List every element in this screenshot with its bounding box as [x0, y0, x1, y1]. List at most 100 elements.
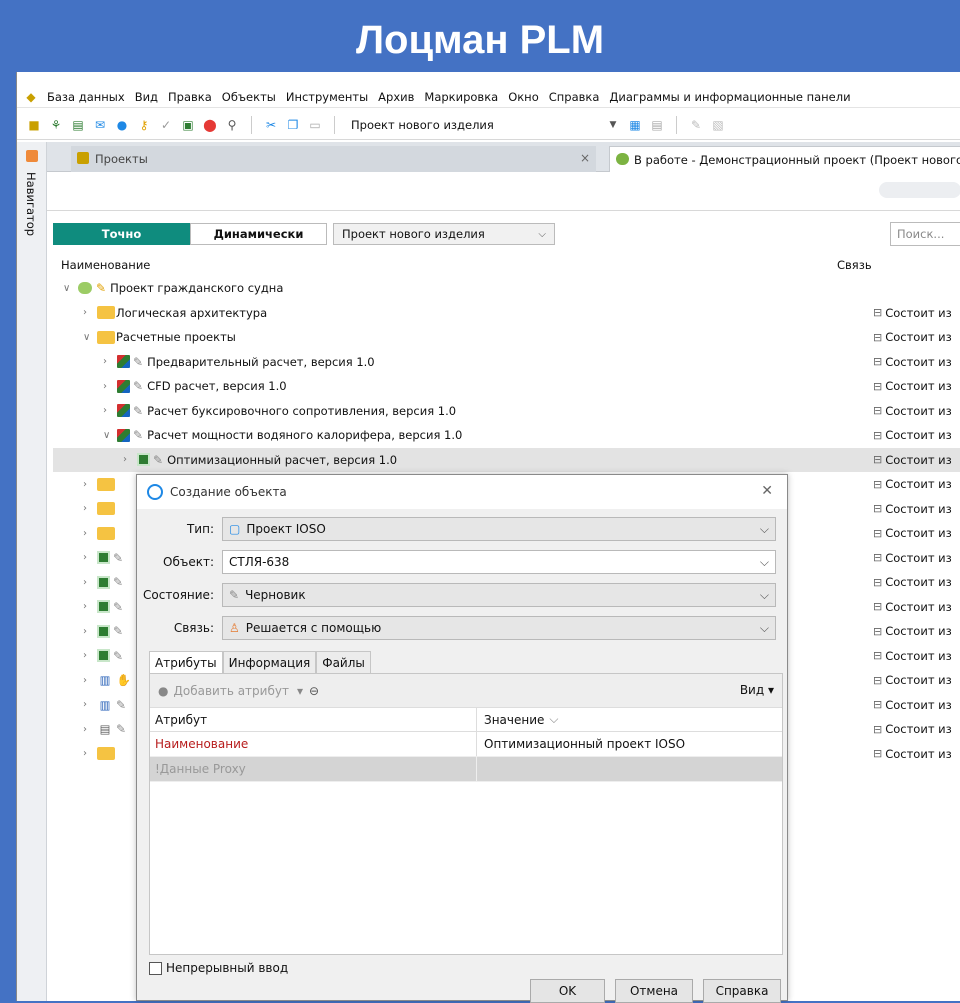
tree-row[interactable]: ∨ Расчетные проекты ⊟ Состоит из [53, 325, 960, 350]
cube-icon[interactable]: ■ [25, 116, 43, 134]
attribute-value[interactable]: Оптимизационный проект IOSO [477, 732, 685, 756]
edit-icon[interactable]: ✎ [687, 116, 705, 134]
view-icon[interactable]: ▧ [709, 116, 727, 134]
chevron-right-icon[interactable]: › [83, 724, 93, 735]
chevron-right-icon[interactable]: › [83, 601, 93, 612]
add-attribute-button[interactable]: Добавить атрибут [173, 684, 288, 698]
dynamic-toggle[interactable]: Динамически [190, 223, 327, 245]
chevron-right-icon[interactable]: › [83, 479, 93, 490]
cancel-button[interactable]: Отмена [615, 979, 693, 1003]
hierarchy-icon: ⊟ [873, 428, 883, 442]
chevron-right-icon[interactable]: › [83, 650, 93, 661]
tab-in-work[interactable]: В работе - Демонстрационный проект (Прое… [609, 146, 960, 172]
menu-objects[interactable]: Объекты [217, 90, 281, 104]
chevron-right-icon[interactable]: › [103, 356, 113, 367]
menu-archive[interactable]: Архив [373, 90, 419, 104]
dropdown-arrow-icon[interactable]: ▾ [297, 684, 303, 698]
close-icon[interactable]: × [580, 151, 590, 165]
continuous-input-checkbox[interactable] [149, 961, 162, 975]
tree-row[interactable]: › ✎ Расчет буксировочного сопротивления,… [53, 399, 960, 424]
project-type-combo[interactable]: Проект нового изделия [345, 118, 600, 132]
copy-icon[interactable]: ❐ [284, 116, 302, 134]
tab-files[interactable]: Файлы [316, 651, 371, 673]
stop-icon[interactable]: ⬤ [201, 116, 219, 134]
type-select[interactable]: ▢ Проект IOSO ⌵ [222, 517, 776, 541]
mail-icon[interactable]: ✉ [91, 116, 109, 134]
column-link-header[interactable]: Связь [837, 258, 872, 272]
tree-row[interactable]: › Логическая архитектура ⊟ Состоит из [53, 301, 960, 326]
value-column-header[interactable]: Значение ⌵ [477, 708, 559, 732]
menu-help[interactable]: Справка [544, 90, 605, 104]
close-icon[interactable]: ✕ [761, 483, 773, 499]
menu-marking[interactable]: Маркировка [419, 90, 503, 104]
paste-icon[interactable]: ▭ [306, 116, 324, 134]
tree-row-selected[interactable]: › ✎ Оптимизационный расчет, версия 1.0 ⊟… [53, 447, 960, 472]
tree-label: CFD расчет, версия 1.0 [147, 379, 287, 394]
chevron-right-icon[interactable]: › [83, 577, 93, 588]
remove-icon[interactable]: ⊖ [309, 684, 319, 698]
report-icon[interactable]: ▦ [626, 116, 644, 134]
chevron-right-icon[interactable]: › [83, 699, 93, 710]
tab-attributes[interactable]: Атрибуты [149, 651, 223, 673]
info-icon[interactable]: ● [113, 116, 131, 134]
continuous-input-option[interactable]: Непрерывный ввод [149, 961, 288, 975]
form-icon[interactable]: ▣ [179, 116, 197, 134]
chevron-right-icon[interactable]: › [83, 675, 93, 686]
search-icon[interactable]: ⚲ [223, 116, 241, 134]
chevron-down-icon[interactable]: ▼ [604, 116, 622, 134]
chevron-right-icon[interactable]: › [83, 748, 93, 759]
search-input[interactable]: Поиск... [890, 222, 960, 246]
tree-icon[interactable]: ⚘ [47, 116, 65, 134]
pencil-icon: ✎ [153, 452, 164, 467]
menu-diagrams[interactable]: Диаграммы и информационные панели [604, 90, 855, 104]
chevron-right-icon[interactable]: › [103, 405, 113, 416]
chevron-right-icon[interactable]: › [123, 454, 133, 465]
chevron-down-icon[interactable]: ∨ [83, 332, 93, 343]
key-icon[interactable]: ⚷ [135, 116, 153, 134]
object-input[interactable]: СТЛЯ-638 ⌵ [222, 550, 776, 574]
ok-button[interactable]: OK [530, 979, 605, 1003]
chevron-right-icon[interactable]: › [83, 626, 93, 637]
calendar-icon[interactable]: ▤ [69, 116, 87, 134]
tab-information[interactable]: Информация [222, 651, 317, 673]
exact-toggle[interactable]: Точно [53, 223, 190, 245]
menu-database[interactable]: База данных [42, 90, 130, 104]
folder-icon [97, 330, 115, 344]
help-button[interactable]: Справка [703, 979, 781, 1003]
menu-view[interactable]: Вид [130, 90, 163, 104]
project-filter-select[interactable]: Проект нового изделия ⌵ [333, 223, 555, 245]
link-select[interactable]: ♙ Решается с помощью ⌵ [222, 616, 776, 640]
tree-row[interactable]: ∨ ✎ Проект гражданского судна [53, 276, 960, 301]
chevron-down-icon[interactable]: ∨ [63, 283, 73, 294]
chevron-right-icon[interactable]: › [83, 307, 93, 318]
navigator-tab[interactable]: Навигатор [24, 172, 38, 236]
tree-row[interactable]: › ✎ Предварительный расчет, версия 1.0 ⊟… [53, 350, 960, 375]
attribute-value[interactable] [477, 757, 484, 781]
menu-window[interactable]: Окно [503, 90, 544, 104]
attribute-column-header[interactable]: Атрибут [150, 707, 477, 732]
check-icon[interactable]: ✓ [157, 116, 175, 134]
view-menu-button[interactable]: Вид ▾ [740, 683, 774, 697]
attribute-row[interactable]: Наименование Оптимизационный проект IOSO [150, 732, 782, 757]
state-select[interactable]: ✎ Черновик ⌵ [222, 583, 776, 607]
divider [47, 210, 960, 211]
tree-row[interactable]: › ✎ CFD расчет, версия 1.0 ⊟ Состоит из [53, 374, 960, 399]
print-icon[interactable]: ▤ [648, 116, 666, 134]
column-name-header[interactable]: Наименование [61, 258, 150, 272]
tree-row[interactable]: ∨ ✎ Расчет мощности водяного калорифера,… [53, 423, 960, 448]
menu-tools[interactable]: Инструменты [281, 90, 373, 104]
folder-icon [97, 502, 115, 516]
attribute-row[interactable]: !Данные Proxy [150, 757, 782, 782]
hierarchy-icon: ⊟ [873, 722, 883, 736]
chevron-down-icon[interactable]: ∨ [103, 430, 113, 441]
document-tabs: Проекты × В работе - Демонстрационный пр… [47, 142, 960, 172]
chevron-right-icon[interactable]: › [83, 552, 93, 563]
alert-icon[interactable] [26, 150, 38, 162]
menu-edit[interactable]: Правка [163, 90, 217, 104]
tab-projects[interactable]: Проекты [71, 146, 596, 172]
cut-icon[interactable]: ✂ [262, 116, 280, 134]
chevron-right-icon[interactable]: › [83, 503, 93, 514]
object-row: Объект: СТЛЯ-638 ⌵ [137, 550, 789, 574]
chevron-right-icon[interactable]: › [83, 528, 93, 539]
chevron-right-icon[interactable]: › [103, 381, 113, 392]
